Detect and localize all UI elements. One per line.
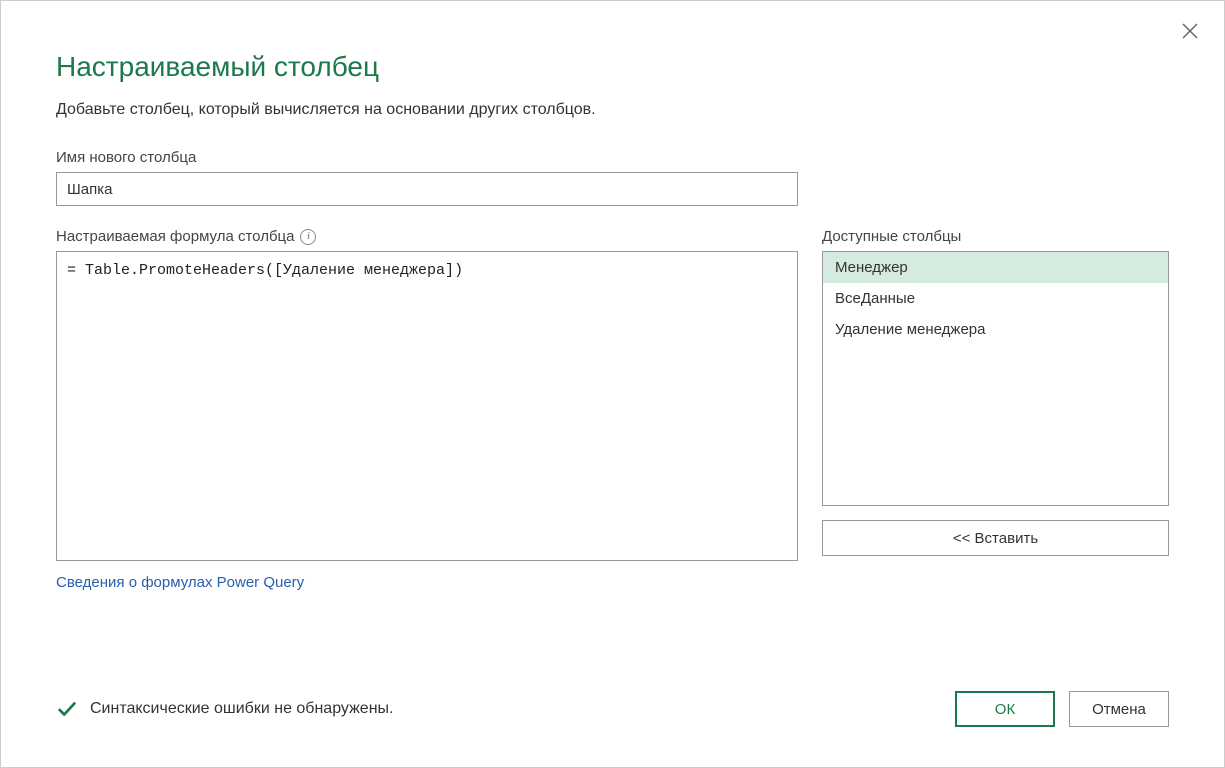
column-item[interactable]: ВсеДанные — [823, 283, 1168, 314]
formula-label-text: Настраиваемая формула столбца — [56, 228, 294, 245]
name-field-label: Имя нового столбца — [56, 149, 1169, 166]
column-item[interactable]: Удаление менеджера — [823, 314, 1168, 345]
close-icon[interactable] — [1178, 19, 1202, 43]
available-columns-label: Доступные столбцы — [822, 228, 1169, 245]
check-icon — [56, 698, 78, 720]
name-label-text: Имя нового столбца — [56, 149, 196, 166]
column-item[interactable]: Менеджер — [823, 252, 1168, 283]
info-icon[interactable]: i — [300, 229, 316, 245]
dialog-subtitle: Добавьте столбец, который вычисляется на… — [56, 101, 1169, 119]
formula-field-label: Настраиваемая формула столбца i — [56, 228, 798, 245]
dialog-footer: Синтаксические ошибки не обнаружены. ОК … — [1, 691, 1224, 767]
power-query-help-link[interactable]: Сведения о формулах Power Query — [56, 574, 304, 591]
dialog-title: Настраиваемый столбец — [56, 51, 1169, 83]
insert-button[interactable]: << Вставить — [822, 520, 1169, 556]
columns-label-text: Доступные столбцы — [822, 228, 961, 245]
status-text: Синтаксические ошибки не обнаружены. — [90, 700, 393, 718]
new-column-name-input[interactable] — [56, 172, 798, 206]
available-columns-list[interactable]: МенеджерВсеДанныеУдаление менеджера — [822, 251, 1169, 506]
cancel-button[interactable]: Отмена — [1069, 691, 1169, 727]
ok-button[interactable]: ОК — [955, 691, 1055, 727]
status-message: Синтаксические ошибки не обнаружены. — [56, 698, 393, 720]
formula-input[interactable] — [56, 251, 798, 561]
custom-column-dialog: Настраиваемый столбец Добавьте столбец, … — [0, 0, 1225, 768]
